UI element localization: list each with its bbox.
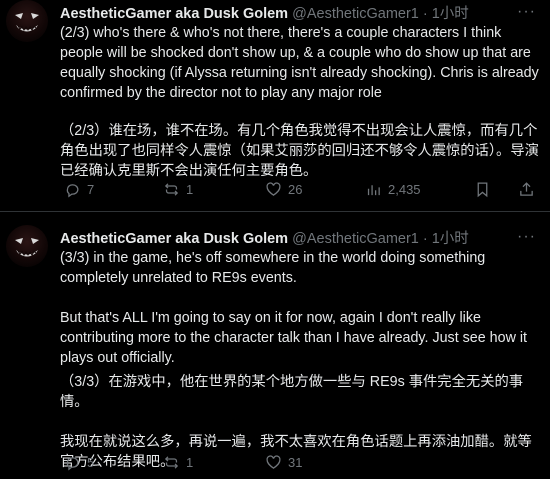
bookmark-button[interactable] (474, 181, 491, 198)
tweet-paragraph: （2/3）谁在场，谁不在场。有几个角色我觉得不出现会让人震惊，而有几个角色出现了… (60, 123, 539, 179)
like-count: 31 (288, 455, 303, 470)
author-name[interactable]: AestheticGamer aka Dusk Golem (60, 231, 288, 247)
tweet-paragraph: (2/3) who's there & who's not there, the… (60, 25, 543, 101)
tweet-actions: 7 1 26 2,435 (60, 181, 540, 201)
tweet-actions: 5 1 31 (60, 454, 540, 474)
avatar[interactable] (6, 0, 48, 42)
reply-icon (66, 184, 79, 198)
more-icon[interactable]: ··· (517, 3, 536, 21)
repost-count: 1 (186, 182, 194, 197)
author-handle[interactable]: @AestheticGamer1 (292, 231, 419, 247)
tweet-paragraph: But that's ALL I'm going to say on it fo… (60, 310, 531, 366)
view-count: 2,435 (388, 182, 421, 197)
repost-button[interactable]: 1 (163, 454, 193, 471)
more-icon[interactable]: ··· (517, 228, 536, 246)
author-name[interactable]: AestheticGamer aka Dusk Golem (60, 6, 288, 22)
tweet-1[interactable]: AestheticGamer aka Dusk Golem @Aesthetic… (0, 0, 550, 212)
reply-button[interactable]: 5 (64, 454, 94, 471)
like-button[interactable]: 31 (265, 454, 302, 471)
tweet-text: (2/3) who's there & who's not there, the… (60, 23, 545, 181)
reply-count: 5 (87, 455, 95, 470)
share-icon (520, 182, 533, 196)
timestamp[interactable]: · 1小时 (423, 231, 469, 247)
like-count: 26 (288, 182, 303, 197)
like-icon (266, 182, 281, 196)
tweet-header: AestheticGamer aka Dusk Golem @Aesthetic… (60, 4, 469, 24)
reply-count: 7 (87, 182, 95, 197)
share-button[interactable] (518, 181, 535, 198)
repost-icon (164, 183, 179, 196)
reply-icon (66, 457, 79, 471)
repost-count: 1 (186, 455, 194, 470)
reply-button[interactable]: 7 (64, 181, 94, 198)
tweet-paragraph: (3/3) in the game, he's off somewhere in… (60, 250, 490, 286)
views-button[interactable]: 2,435 (365, 181, 421, 198)
bookmark-icon (477, 182, 488, 198)
like-icon (266, 455, 281, 469)
timestamp[interactable]: · 1小时 (423, 6, 469, 22)
tweet-header: AestheticGamer aka Dusk Golem @Aesthetic… (60, 229, 469, 249)
tweet-text: (3/3) in the game, he's off somewhere in… (60, 248, 545, 472)
tweet-2[interactable]: AestheticGamer aka Dusk Golem @Aesthetic… (0, 212, 550, 479)
tweet-paragraph: （3/3）在游戏中，他在世界的某个地方做一些与 RE9s 事件完全无关的事情。 (60, 374, 524, 410)
repost-icon (164, 456, 179, 469)
views-icon (367, 185, 380, 196)
like-button[interactable]: 26 (265, 181, 302, 198)
author-handle[interactable]: @AestheticGamer1 (292, 6, 419, 22)
avatar[interactable] (6, 225, 48, 267)
repost-button[interactable]: 1 (163, 181, 193, 198)
